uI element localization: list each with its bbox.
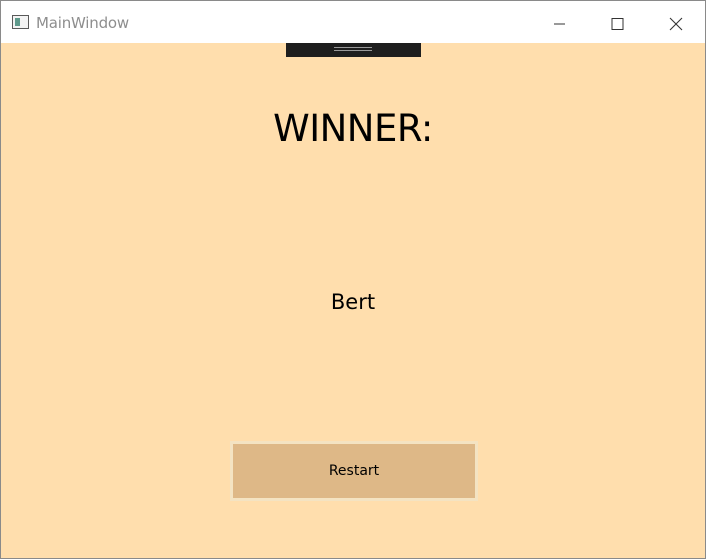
- close-button[interactable]: [647, 1, 705, 43]
- minimize-icon: [554, 23, 565, 25]
- restart-button-label: Restart: [328, 463, 380, 479]
- restart-button[interactable]: Restart: [230, 441, 478, 501]
- close-icon: [669, 17, 683, 31]
- window-title: MainWindow: [36, 14, 129, 32]
- minimize-button[interactable]: [530, 1, 588, 43]
- maximize-button[interactable]: [588, 1, 646, 43]
- grip-line: [334, 50, 372, 51]
- winner-name: Bert: [330, 290, 376, 314]
- app-icon-pane: [15, 18, 20, 26]
- main-window: MainWindow WINNER: Bert Restart: [0, 0, 706, 559]
- debug-toolbar-handle[interactable]: [286, 43, 421, 57]
- grip-line: [334, 47, 372, 48]
- title-bar[interactable]: MainWindow: [1, 1, 705, 43]
- winner-heading: WINNER:: [273, 107, 433, 150]
- window-app-icon: [12, 15, 29, 29]
- maximize-icon: [611, 18, 624, 30]
